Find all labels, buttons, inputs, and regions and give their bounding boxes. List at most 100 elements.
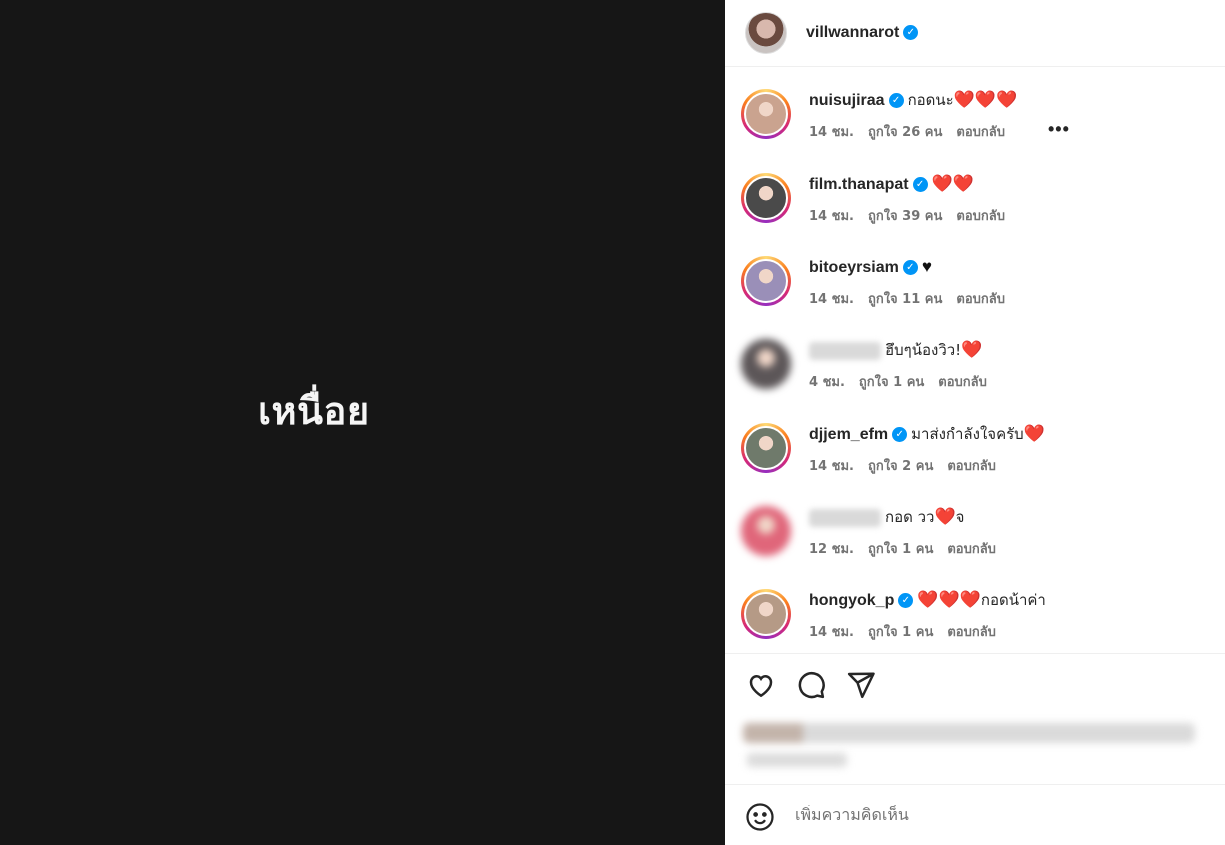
heart-emoji-icon: ❤️ <box>934 507 956 526</box>
commenter-username[interactable]: hongyok_p <box>809 592 894 609</box>
comment-row: djjem_efm ✓ มาส่งกำลังใจครับ❤️ 14 ชม. ถูกใจ … <box>725 423 1225 507</box>
emoji-icon[interactable] <box>745 802 775 832</box>
comment-meta: 12 ชม. ถูกใจ 1 คน ตอบกลับ <box>809 538 1010 559</box>
heart-emoji-icon: ❤️❤️❤️ <box>953 90 1018 109</box>
comment-text: ฮึบๆน้องวิว! <box>885 341 962 359</box>
reply-button[interactable]: ตอบกลับ <box>947 542 996 557</box>
commenter-avatar[interactable] <box>741 506 791 556</box>
comment-text: กอด วว <box>885 508 935 526</box>
commenter-username[interactable]: nuisujiraa <box>809 92 885 109</box>
comment-meta: 14 ชม. ถูกใจ 39 คน ตอบกลับ <box>809 205 1019 226</box>
comment-likes-link[interactable]: ถูกใจ 11 คน <box>868 292 942 307</box>
comment-meta: 14 ชม. ถูกใจ 11 คน ตอบกลับ <box>809 288 1019 309</box>
reply-button[interactable]: ตอบกลับ <box>947 459 996 474</box>
commenter-avatar[interactable] <box>741 256 791 306</box>
comment-likes-link[interactable]: ถูกใจ 1 คน <box>868 625 933 640</box>
commenter-username[interactable]: bitoeyrsiam <box>809 259 899 276</box>
post-actions-bar <box>725 653 1225 705</box>
commenter-avatar[interactable] <box>741 173 791 223</box>
add-comment-bar <box>725 784 1225 845</box>
comment-text-line: hongyok_p ✓ ❤️❤️❤️กอดน้าค่า <box>809 589 1046 612</box>
heart-emoji-icon: ❤️❤️ <box>931 174 974 193</box>
comment-text-line: กอด วว❤️จ <box>809 506 964 529</box>
commenter-avatar[interactable] <box>741 423 791 473</box>
commenter-avatar[interactable] <box>741 339 791 389</box>
comment-meta: 14 ชม. ถูกใจ 1 คน ตอบกลับ <box>809 621 1010 642</box>
comment-meta: 14 ชม. ถูกใจ 2 คน ตอบกลับ <box>809 455 1010 476</box>
avatar-image <box>744 592 788 636</box>
commenter-username[interactable]: film.thanapat <box>809 176 909 193</box>
verified-badge-icon: ✓ <box>903 25 919 41</box>
heart-emoji-icon: ♥ <box>921 257 932 276</box>
blurred-username[interactable] <box>809 508 881 527</box>
comment-text-line: djjem_efm ✓ มาส่งกำลังใจครับ❤️ <box>809 423 1045 446</box>
comment-text: กอดนะ <box>907 91 954 109</box>
comment-likes-link[interactable]: ถูกใจ 26 คน <box>868 125 942 140</box>
reply-button[interactable]: ตอบกลับ <box>956 125 1005 140</box>
commenter-avatar[interactable] <box>741 89 791 139</box>
media-text: เหนื่อย <box>258 389 370 433</box>
reply-button[interactable]: ตอบกลับ <box>947 625 996 640</box>
comment-icon[interactable] <box>796 670 826 700</box>
verified-badge-icon: ✓ <box>892 427 908 443</box>
comment-timestamp: 4 ชม. <box>809 375 845 390</box>
blurred-username[interactable] <box>809 341 881 360</box>
heart-icon[interactable] <box>746 670 776 700</box>
comment-timestamp: 14 ชม. <box>809 625 854 640</box>
author-username[interactable]: villwannarot ✓ <box>806 24 919 42</box>
comment-row: film.thanapat ✓ ❤️❤️ 14 ชม. ถูกใจ 39 คน ตอบกล… <box>725 173 1225 257</box>
comment-timestamp: 14 ชม. <box>809 292 854 307</box>
comment-likes-link[interactable]: ถูกใจ 1 คน <box>868 542 933 557</box>
comment-row: bitoeyrsiam ✓ ♥ 14 ชม. ถูกใจ 11 คน ตอบกลับ <box>725 256 1225 340</box>
post-date-blurred <box>747 753 847 767</box>
comment-likes-link[interactable]: ถูกใจ 1 คน <box>859 375 924 390</box>
comment-timestamp: 14 ชม. <box>809 459 854 474</box>
comment-text: มาส่งกำลังใจครับ <box>911 425 1024 443</box>
liked-by-blurred-text <box>743 723 1195 743</box>
comment-likes-link[interactable]: ถูกใจ 2 คน <box>868 459 933 474</box>
comment-text-line: ฮึบๆน้องวิว!❤️ <box>809 339 982 362</box>
heart-emoji-icon: ❤️ <box>1023 424 1045 443</box>
commenter-avatar[interactable] <box>741 589 791 639</box>
comments-list[interactable]: nuisujiraa ✓ กอดนะ❤️❤️❤️ 14 ชม. ถูกใจ 26 คนต… <box>725 67 1225 653</box>
verified-badge-icon: ✓ <box>902 260 918 276</box>
avatar-image <box>744 259 788 303</box>
comment-meta: 14 ชม. ถูกใจ 26 คน ตอบกลับ <box>809 121 1019 142</box>
comment-row: กอด วว❤️จ 12 ชม. ถูกใจ 1 คน ตอบกลับ <box>725 506 1225 590</box>
verified-badge-icon: ✓ <box>898 593 914 609</box>
post-media: เหนื่อย <box>0 0 725 845</box>
comment-row: ฮึบๆน้องวิว!❤️ 4 ชม. ถูกใจ 1 คน ตอบกลับ <box>725 339 1225 423</box>
share-icon[interactable] <box>846 670 876 700</box>
comment-timestamp: 14 ชม. <box>809 125 854 140</box>
comment-text-line: bitoeyrsiam ✓ ♥ <box>809 256 932 279</box>
reply-button[interactable]: ตอบกลับ <box>956 292 1005 307</box>
comment-text-line: nuisujiraa ✓ กอดนะ❤️❤️❤️ <box>809 89 1017 112</box>
avatar-image <box>744 176 788 220</box>
comment-timestamp: 12 ชม. <box>809 542 854 557</box>
verified-badge-icon: ✓ <box>888 93 904 109</box>
avatar-image <box>744 92 788 136</box>
reply-button[interactable]: ตอบกลับ <box>956 209 1005 224</box>
post-side-panel: villwannarot ✓ nuisujiraa ✓ กอดนะ❤️❤️❤️ 14 ช… <box>725 0 1225 845</box>
comment-text-suffix: จ <box>955 508 965 526</box>
reply-button[interactable]: ตอบกลับ <box>938 375 987 390</box>
avatar-image <box>741 506 791 556</box>
comment-timestamp: 14 ชม. <box>809 209 854 224</box>
avatar-image <box>741 339 791 389</box>
comment-likes-link[interactable]: ถูกใจ 39 คน <box>868 209 942 224</box>
more-options-icon[interactable]: ••• <box>1048 119 1070 140</box>
comment-text-line: film.thanapat ✓ ❤️❤️ <box>809 173 974 196</box>
comment-text-suffix: กอดน้าค่า <box>980 591 1046 609</box>
commenter-username[interactable]: djjem_efm <box>809 426 888 443</box>
comment-row: hongyok_p ✓ ❤️❤️❤️กอดน้าค่า 14 ชม. ถูกใจ 1 ค… <box>725 589 1225 653</box>
comment-meta: 4 ชม. ถูกใจ 1 คน ตอบกลับ <box>809 371 1001 392</box>
heart-emoji-icon: ❤️❤️❤️ <box>917 590 981 609</box>
liked-by-row[interactable] <box>725 705 1225 784</box>
verified-badge-icon: ✓ <box>912 177 928 193</box>
author-avatar[interactable] <box>745 12 787 54</box>
heart-emoji-icon: ❤️ <box>961 340 983 359</box>
post-header: villwannarot ✓ <box>725 0 1225 67</box>
comment-row: nuisujiraa ✓ กอดนะ❤️❤️❤️ 14 ชม. ถูกใจ 26 คน ต… <box>725 89 1225 173</box>
avatar-image <box>744 426 788 470</box>
comment-input[interactable] <box>795 805 1195 824</box>
